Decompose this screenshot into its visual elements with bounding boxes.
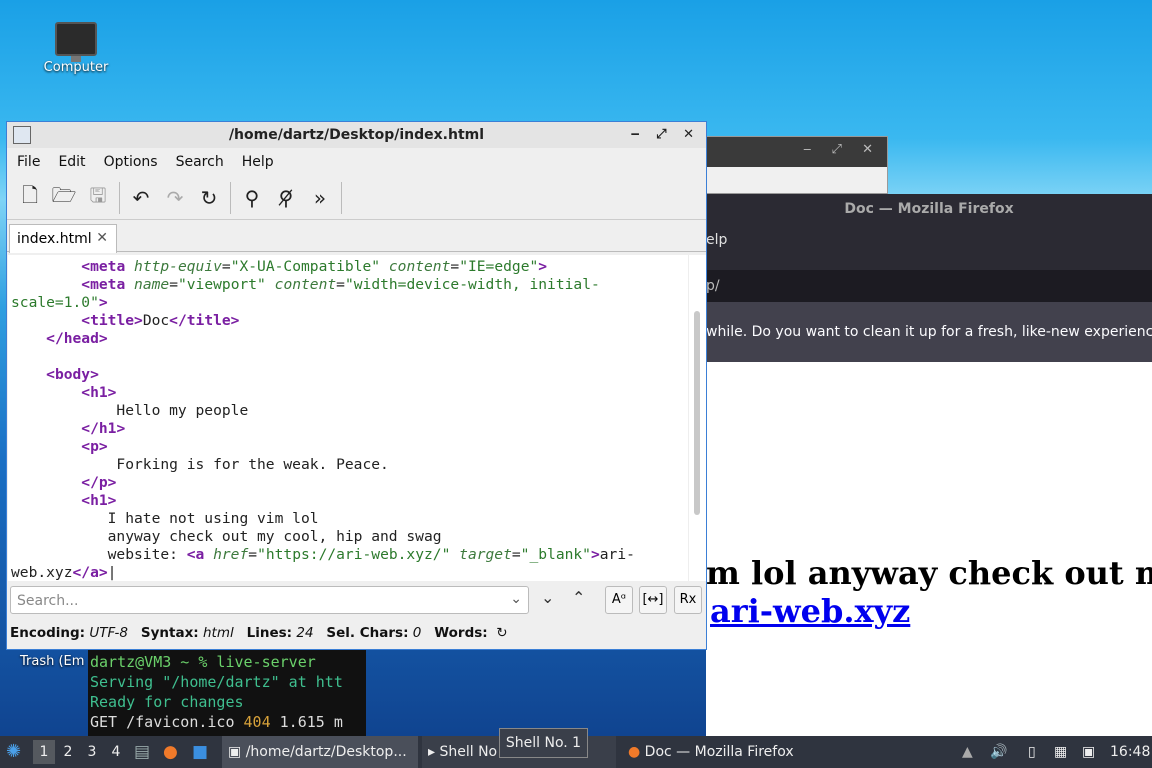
menubar: File Edit Options Search Help <box>7 148 706 176</box>
match-case-button[interactable]: Aᵅ <box>605 586 633 614</box>
desktop-icon-label: Computer <box>43 60 109 75</box>
search-input[interactable]: Search... ⌄ <box>10 586 529 614</box>
app-menu-icon[interactable]: ✺ <box>6 736 21 768</box>
terminal-prompt: dartz@VM3 ~ % live-server <box>90 653 316 671</box>
terminal-line: GET /favicon.ico 404 1.615 m <box>90 712 366 732</box>
status-label: Encoding: <box>10 625 86 641</box>
status-label: Sel. Chars: <box>326 625 409 641</box>
network-icon[interactable]: ▦ <box>1054 736 1067 768</box>
menu-search[interactable]: Search <box>170 154 236 170</box>
task-label: Shell No <box>439 744 498 760</box>
terminal-line: Serving "/home/dartz" at htt <box>90 673 343 691</box>
chevron-down-icon[interactable]: ⌄ <box>510 591 522 607</box>
status-label: Syntax: <box>140 625 199 641</box>
new-file-icon[interactable]: 🗋 <box>13 181 47 215</box>
scrollbar-thumb[interactable] <box>694 311 700 515</box>
firefox-titlebar: Doc — Mozilla Firefox <box>706 194 1152 224</box>
toolbar: 🗋 🗁 🖫 ↶ ↷ ↻ ⚲ ⚲̸ » <box>7 176 706 220</box>
menu-options[interactable]: Options <box>98 154 170 170</box>
workspace-3[interactable]: 3 <box>81 740 103 764</box>
reload-icon[interactable]: ↻ <box>192 181 226 215</box>
editor-titlebar[interactable]: /home/dartz/Desktop/index.html ‒ ⤢ ✕ <box>7 122 706 148</box>
menu-edit[interactable]: Edit <box>52 154 97 170</box>
clipboard-icon[interactable]: ▯ <box>1028 736 1036 768</box>
vertical-scrollbar[interactable] <box>688 255 706 581</box>
status-value: 0 <box>412 625 422 641</box>
editor-task-icon: ▣ <box>228 744 242 760</box>
firefox-launcher-icon[interactable]: ● <box>163 736 178 768</box>
task-label: Doc — Mozilla Firefox <box>644 744 794 760</box>
window-controls[interactable]: ‒ ⤢ ✕ <box>631 122 700 148</box>
desktop-icon-trash[interactable]: Trash (Em <box>20 654 84 669</box>
undo-icon[interactable]: ↶ <box>124 181 158 215</box>
terminal-text: GET /favicon.ico <box>90 713 244 731</box>
tray-up-icon[interactable]: ▲ <box>962 736 973 768</box>
refresh-icon[interactable]: ↻ <box>496 625 507 641</box>
workspace-4[interactable]: 4 <box>105 740 127 764</box>
files-icon[interactable]: ▤ <box>134 736 150 768</box>
terminal-text: 1.615 m <box>270 713 343 731</box>
volume-icon[interactable]: 🔊 <box>990 736 1007 768</box>
tab-label: index.html <box>17 231 92 247</box>
tab-bar: index.html ✕ <box>7 220 706 253</box>
toolbar-separator <box>119 181 120 214</box>
text-editor-window[interactable]: /home/dartz/Desktop/index.html ‒ ⤢ ✕ Fil… <box>6 121 707 650</box>
firefox-notification-bar: while. Do you want to clean it up for a … <box>706 302 1152 362</box>
close-icon[interactable]: ✕ <box>96 230 108 246</box>
find-previous-icon[interactable]: ⌃ <box>572 588 585 607</box>
status-bar: Encoding: UTF-8 Syntax: html Lines: 24 S… <box>10 625 508 641</box>
more-icon[interactable]: » <box>303 181 337 215</box>
code-editor[interactable]: <meta http-equiv="X-UA-Compatible" conte… <box>8 255 688 581</box>
find-icon[interactable]: ⚲ <box>235 181 269 215</box>
taskbar-item-firefox[interactable]: ● Doc — Mozilla Firefox <box>624 736 824 768</box>
terminal-line: Ready for changes <box>90 693 244 711</box>
status-label: Lines: <box>246 625 293 641</box>
terminal-icon: ▸ <box>428 744 436 760</box>
firefox-urlbar[interactable]: p/ <box>706 270 1152 302</box>
whole-word-button[interactable]: [↔] <box>639 586 667 614</box>
window-controls[interactable]: ‒ ⤢ ✕ <box>701 137 887 167</box>
regex-button[interactable]: Rx <box>674 586 702 614</box>
workspace-2[interactable]: 2 <box>57 740 79 764</box>
status-value: UTF-8 <box>89 625 128 641</box>
menu-help[interactable]: Help <box>236 154 286 170</box>
find-bar: Search... ⌄ ⌄ ⌃ Aᵅ [↔] Rx <box>7 582 706 620</box>
terminal-window[interactable]: dartz@VM3 ~ % live-server Serving "/home… <box>88 650 366 736</box>
firefox-window[interactable]: Doc — Mozilla Firefox elp p/ while. Do y… <box>706 194 1152 736</box>
tab-index-html[interactable]: index.html ✕ <box>9 224 117 253</box>
save-icon[interactable]: 🖫 <box>81 181 115 215</box>
desktop-icon-computer[interactable]: Computer <box>36 22 116 75</box>
find-replace-icon[interactable]: ⚲̸ <box>269 181 303 215</box>
toolbar-separator <box>341 181 342 214</box>
status-value: 24 <box>296 625 314 641</box>
clock[interactable]: 16:48 <box>1110 736 1150 768</box>
status-label: Words: <box>434 625 488 641</box>
find-next-icon[interactable]: ⌄ <box>541 588 554 607</box>
notification-icon[interactable]: ▣ <box>1082 736 1095 768</box>
open-folder-icon[interactable]: 🗁 <box>47 181 81 215</box>
taskbar-item-editor[interactable]: ▣ /home/dartz/Desktop... <box>222 736 418 768</box>
status-value: html <box>202 625 234 641</box>
window-icon[interactable]: ■ <box>192 736 208 768</box>
app-icon <box>13 126 31 144</box>
background-window[interactable]: ‒ ⤢ ✕ <box>700 136 888 194</box>
firefox-menubar[interactable]: elp <box>706 224 1152 270</box>
page-heading: m lol anyway check out m <box>706 554 1152 592</box>
page-content: m lol anyway check out m ari-web.xyz <box>706 554 1152 630</box>
page-link[interactable]: ari-web.xyz <box>710 592 910 630</box>
menu-file[interactable]: File <box>11 154 52 170</box>
window-title: /home/dartz/Desktop/index.html <box>228 127 485 143</box>
computer-icon <box>55 22 97 62</box>
firefox-icon: ● <box>628 744 641 760</box>
redo-icon[interactable]: ↷ <box>158 181 192 215</box>
task-label: /home/dartz/Desktop... <box>245 744 407 760</box>
tooltip: Shell No. 1 <box>499 728 588 758</box>
workspace-1[interactable]: 1 <box>33 740 55 764</box>
terminal-status: 404 <box>243 713 271 731</box>
toolbar-separator <box>230 181 231 214</box>
search-placeholder: Search... <box>17 593 79 609</box>
terminal-line: dartz@VM3 ~ % live-server <box>90 652 366 672</box>
